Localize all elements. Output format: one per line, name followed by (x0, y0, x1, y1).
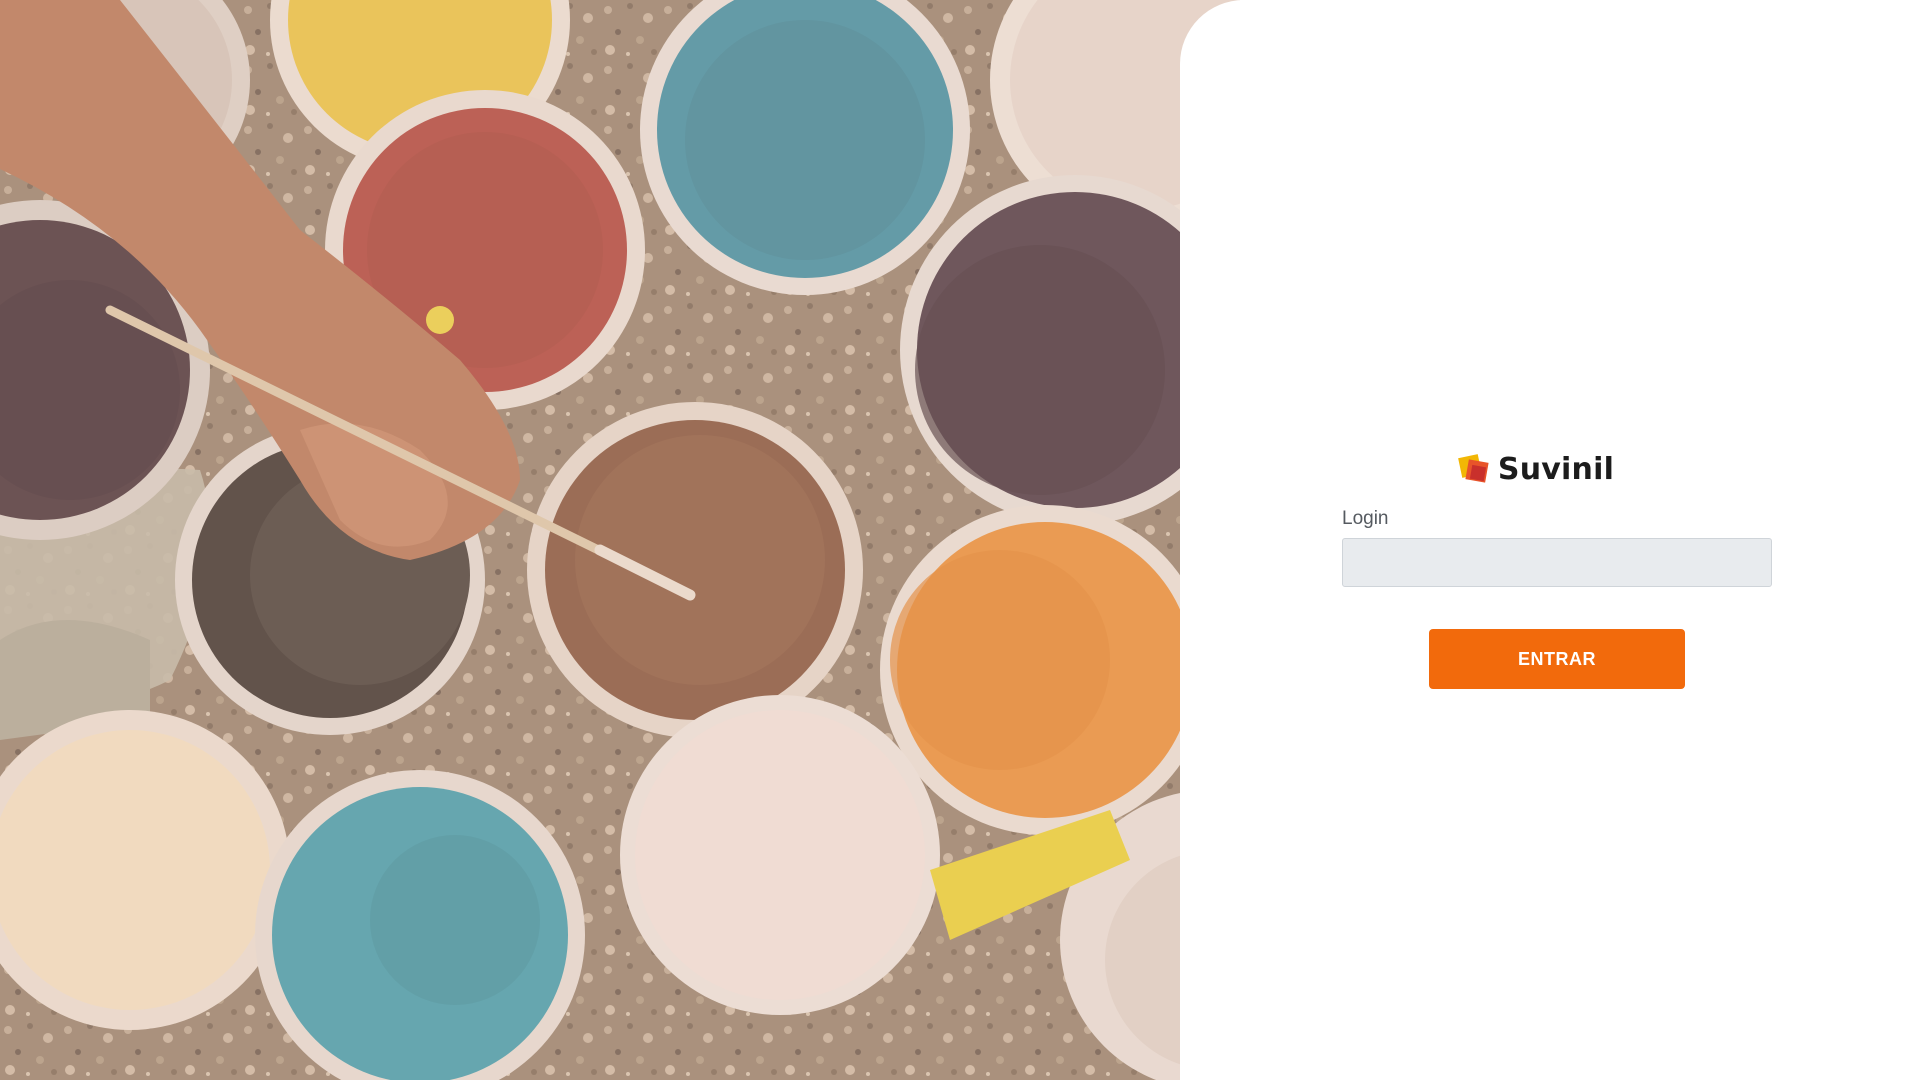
login-form: Suvinil Login ENTRAR (1342, 444, 1772, 689)
brand-name: Suvinil (1497, 451, 1615, 487)
login-label: Login (1342, 508, 1389, 529)
hero-image (0, 0, 1240, 1080)
paint-buckets-photo (0, 0, 1240, 1080)
login-page: Suvinil Login ENTRAR (0, 0, 1920, 1080)
brand-logo: Suvinil (1300, 444, 1772, 494)
login-panel: Suvinil Login ENTRAR (1180, 0, 1920, 1080)
login-input[interactable] (1342, 538, 1772, 587)
suvinil-logo-icon (1458, 454, 1489, 483)
enter-button[interactable]: ENTRAR (1429, 629, 1685, 689)
